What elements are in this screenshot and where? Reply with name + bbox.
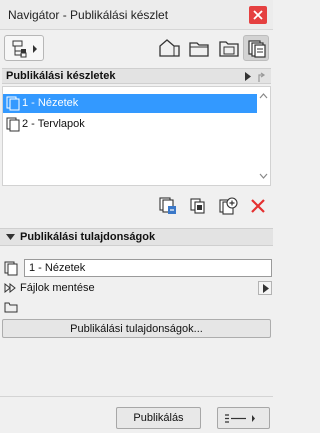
publishing-properties-label: Publikálási tulajdonságok [20, 231, 156, 243]
layout-book-icon[interactable] [216, 35, 242, 61]
publish-options-button[interactable] [217, 407, 270, 429]
new-publisher-set-icon[interactable] [158, 196, 178, 216]
save-options-button[interactable] [258, 281, 272, 295]
list-item[interactable]: 2 - Tervlapok [3, 115, 257, 134]
publisher-sets-header-label: Publikálási készletek [6, 70, 116, 82]
scroll-up-icon [259, 93, 268, 99]
publisher-sets-icon [248, 40, 266, 58]
scroll-down-icon [259, 173, 268, 179]
view-map-icon[interactable] [186, 35, 212, 61]
publishing-properties-header[interactable]: Publikálási tulajdonságok [0, 228, 273, 246]
publisher-set-icon [6, 117, 20, 132]
options-menu-icon [225, 414, 255, 423]
publisher-sets-tab[interactable] [243, 35, 269, 61]
publish-button[interactable]: Publikálás [116, 407, 201, 429]
close-button[interactable] [249, 6, 267, 24]
save-files-label: Fájlok mentése [20, 282, 95, 294]
duplicate-set-icon[interactable] [188, 196, 208, 216]
scrollbar[interactable] [257, 87, 270, 185]
navigator-menu-icon [12, 40, 37, 58]
list-item-label: 2 - Tervlapok [22, 118, 85, 130]
list-item[interactable]: 1 - Nézetek [3, 94, 257, 113]
close-icon [253, 10, 263, 20]
folder-icon[interactable] [4, 302, 18, 313]
publishing-properties-button[interactable]: Publikálási tulajdonságok... [2, 319, 271, 338]
project-map-icon[interactable] [156, 35, 182, 61]
window-title: Navigátor - Publikálási készlet [8, 8, 169, 22]
set-name-field[interactable]: 1 - Nézetek [24, 259, 272, 277]
chevron-right-icon[interactable] [245, 72, 251, 81]
delete-icon[interactable] [248, 196, 268, 216]
collapse-triangle-icon[interactable] [6, 234, 15, 240]
publisher-set-icon [4, 261, 18, 276]
navigator-toolbar [0, 30, 273, 68]
save-files-icon [4, 283, 16, 293]
publisher-set-list[interactable]: 1 - Nézetek 2 - Tervlapok [2, 86, 271, 186]
go-up-icon[interactable] [255, 70, 269, 84]
publisher-sets-header: Publikálási készletek [2, 68, 271, 84]
title-bar: Navigátor - Publikálási készlet [0, 0, 273, 30]
navigator-menu-button[interactable] [4, 35, 44, 61]
publisher-set-icon [6, 96, 20, 111]
divider [0, 396, 273, 397]
add-set-icon[interactable] [218, 196, 238, 216]
list-item-label: 1 - Nézetek [22, 97, 79, 109]
chevron-right-icon [263, 284, 269, 293]
